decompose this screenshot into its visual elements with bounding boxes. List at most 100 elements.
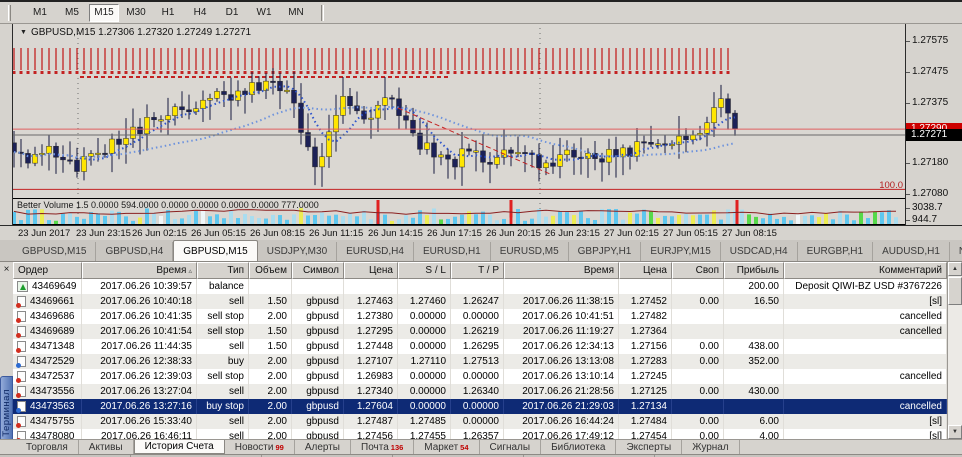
history-row-43472529[interactable]: 434725292017.06.26 12:38:33buy2.00gbpusd… bbox=[13, 354, 947, 369]
cell-sl: 0.00000 bbox=[398, 399, 451, 414]
cell-type: sell stop bbox=[197, 324, 249, 339]
candlestick-chart[interactable] bbox=[13, 24, 905, 225]
chart-tab-7[interactable]: GBPJPY,H1 bbox=[569, 242, 642, 261]
cell-close_time: 2017.06.26 21:28:56 bbox=[504, 384, 619, 399]
column-header-sl[interactable]: S / L bbox=[398, 262, 451, 279]
history-row-43469661[interactable]: 434696612017.06.26 10:40:18sell1.50gbpus… bbox=[13, 294, 947, 309]
timeframe-button-H1[interactable]: H1 bbox=[153, 4, 183, 22]
column-header-type[interactable]: Тип bbox=[197, 262, 249, 279]
column-header-swap[interactable]: Своп bbox=[672, 262, 724, 279]
cell-comment: cancelled bbox=[784, 369, 947, 384]
sell-order-icon bbox=[17, 386, 26, 397]
timeframe-button-M30[interactable]: M30 bbox=[121, 4, 151, 22]
cell-comment bbox=[784, 339, 947, 354]
cell-type: sell bbox=[197, 414, 249, 429]
time-axis[interactable]: 23 Jun 201723 Jun 23:1526 Jun 02:1526 Ju… bbox=[0, 225, 962, 240]
scrollbar-thumb[interactable] bbox=[948, 277, 962, 305]
cell-sl: 1.27485 bbox=[398, 414, 451, 429]
timeframe-button-M5[interactable]: M5 bbox=[57, 4, 87, 22]
history-row-43469689[interactable]: 434696892017.06.26 10:41:54sell stop1.50… bbox=[13, 324, 947, 339]
chart-tab-8[interactable]: EURJPY,M15 bbox=[641, 242, 720, 261]
column-header-open_time[interactable]: Время▵ bbox=[82, 262, 197, 279]
scrollbar-down-icon[interactable]: ▼ bbox=[948, 425, 962, 439]
cell-close_price bbox=[619, 279, 672, 294]
cell-tp: 1.26357 bbox=[451, 429, 504, 439]
column-header-order[interactable]: Ордер bbox=[13, 262, 82, 279]
column-header-close_price[interactable]: Цена bbox=[619, 262, 672, 279]
chart-tab-10[interactable]: EURGBP,H1 bbox=[798, 242, 874, 261]
cell-open_time: 2017.06.26 11:44:35 bbox=[82, 339, 197, 354]
column-header-tp[interactable]: T / P bbox=[451, 262, 504, 279]
cell-close_price: 1.27134 bbox=[619, 399, 672, 414]
cell-sl: 0.00000 bbox=[398, 309, 451, 324]
cell-close_time: 2017.06.26 16:44:24 bbox=[504, 414, 619, 429]
cell-open_time: 2017.06.26 15:33:40 bbox=[82, 414, 197, 429]
cell-comment bbox=[784, 384, 947, 399]
cell-open_price: 1.27456 bbox=[344, 429, 398, 439]
chart-tab-6[interactable]: EURUSD,M5 bbox=[491, 242, 569, 261]
bid-price-tag: 1.27271 bbox=[906, 129, 962, 141]
bottom-tab-5[interactable]: Почта136 bbox=[351, 440, 414, 454]
cell-order: 43473556 bbox=[13, 384, 82, 399]
bottom-tab-6[interactable]: Маркет54 bbox=[414, 440, 479, 454]
cell-order: 43478080 bbox=[13, 429, 82, 439]
history-row-43473556[interactable]: 434735562017.06.26 13:27:04sell2.00gbpus… bbox=[13, 384, 947, 399]
column-header-volume[interactable]: Объем bbox=[249, 262, 292, 279]
history-row-43478080[interactable]: 434780802017.06.26 16:46:11sell2.00gbpus… bbox=[13, 429, 947, 439]
history-row-43475755[interactable]: 434757552017.06.26 15:33:40sell2.00gbpus… bbox=[13, 414, 947, 429]
timeframe-button-D1[interactable]: D1 bbox=[217, 4, 247, 22]
timeframe-button-W1[interactable]: W1 bbox=[249, 4, 279, 22]
bottom-tab-3[interactable]: Новости99 bbox=[225, 440, 295, 454]
time-axis-label: 26 Jun 05:15 bbox=[191, 228, 246, 239]
cell-open_time: 2017.06.26 12:38:33 bbox=[82, 354, 197, 369]
column-header-close_time[interactable]: Время bbox=[504, 262, 619, 279]
time-axis-label: 26 Jun 11:15 bbox=[309, 228, 363, 239]
chart-tab-0[interactable]: GBPUSD,M15 bbox=[13, 242, 96, 261]
chart-tab-2[interactable]: GBPUSD,M15 bbox=[173, 240, 257, 261]
bottom-tab-2[interactable]: История Счета bbox=[134, 440, 225, 454]
timeframe-button-H4[interactable]: H4 bbox=[185, 4, 215, 22]
price-scale[interactable]: 1.275751.274751.273751.271801.270803038.… bbox=[905, 24, 962, 225]
chart-tab-5[interactable]: EURUSD,H1 bbox=[414, 242, 491, 261]
chart-tab-11[interactable]: AUDUSD,H1 bbox=[873, 242, 950, 261]
bottom-tab-7[interactable]: Сигналы bbox=[480, 440, 542, 454]
chart-tab-3[interactable]: USDJPY,M30 bbox=[258, 242, 337, 261]
history-row-43473563[interactable]: 434735632017.06.26 13:27:16buy stop2.00g… bbox=[13, 399, 947, 414]
column-header-profit[interactable]: Прибыль bbox=[724, 262, 784, 279]
cell-sl: 0.00000 bbox=[398, 384, 451, 399]
history-row-43471348[interactable]: 434713482017.06.26 11:44:35sell1.50gbpus… bbox=[13, 339, 947, 354]
timeframe-button-MN[interactable]: MN bbox=[281, 4, 311, 22]
scrollbar-up-icon[interactable]: ▲ bbox=[948, 262, 962, 276]
timeframe-button-M1[interactable]: M1 bbox=[25, 4, 55, 22]
chart-tab-9[interactable]: USDCAD,H4 bbox=[721, 242, 798, 261]
cell-order: 43469686 bbox=[13, 309, 82, 324]
bottom-tab-0[interactable]: Торговля bbox=[16, 440, 79, 454]
cell-close_time: 2017.06.26 11:38:15 bbox=[504, 294, 619, 309]
history-row-43472537[interactable]: 434725372017.06.26 12:39:03sell stop2.00… bbox=[13, 369, 947, 384]
history-row-43469649[interactable]: 434696492017.06.26 10:39:57balance200.00… bbox=[13, 279, 947, 294]
bottom-tab-8[interactable]: Библиотека bbox=[541, 440, 616, 454]
table-scrollbar[interactable]: ▲ ▼ bbox=[947, 262, 962, 439]
cell-open_price: 1.27295 bbox=[344, 324, 398, 339]
cell-close_price: 1.27452 bbox=[619, 294, 672, 309]
cell-close_price: 1.27245 bbox=[619, 369, 672, 384]
column-header-comment[interactable]: Комментарий bbox=[784, 262, 947, 279]
bottom-tab-9[interactable]: Эксперты bbox=[616, 440, 682, 454]
history-row-43469686[interactable]: 434696862017.06.26 10:41:35sell stop2.00… bbox=[13, 309, 947, 324]
chart-tab-1[interactable]: GBPUSD,H4 bbox=[96, 242, 173, 261]
column-header-open_price[interactable]: Цена bbox=[344, 262, 398, 279]
bottom-tab-4[interactable]: Алерты bbox=[295, 440, 351, 454]
column-header-symbol[interactable]: Символ bbox=[292, 262, 344, 279]
timeframe-button-M15[interactable]: M15 bbox=[89, 4, 119, 22]
cell-close_time bbox=[504, 279, 619, 294]
toolbar-drag-handle[interactable] bbox=[8, 5, 11, 21]
chart-tab-bar: GBPUSD,M15GBPUSD,H4GBPUSD,M15USDJPY,M30E… bbox=[0, 240, 962, 262]
bottom-tab-1[interactable]: Активы bbox=[79, 440, 134, 454]
chart-tab-4[interactable]: EURUSD,H4 bbox=[337, 242, 414, 261]
bottom-tab-10[interactable]: Журнал bbox=[682, 440, 740, 454]
chart-collapse-icon[interactable]: ▼ bbox=[20, 29, 27, 36]
close-panel-icon[interactable]: × bbox=[1, 264, 12, 276]
cell-type: sell bbox=[197, 339, 249, 354]
cell-swap bbox=[672, 324, 724, 339]
chart-tab-12[interactable]: NZDUSD,H4 bbox=[950, 242, 962, 261]
